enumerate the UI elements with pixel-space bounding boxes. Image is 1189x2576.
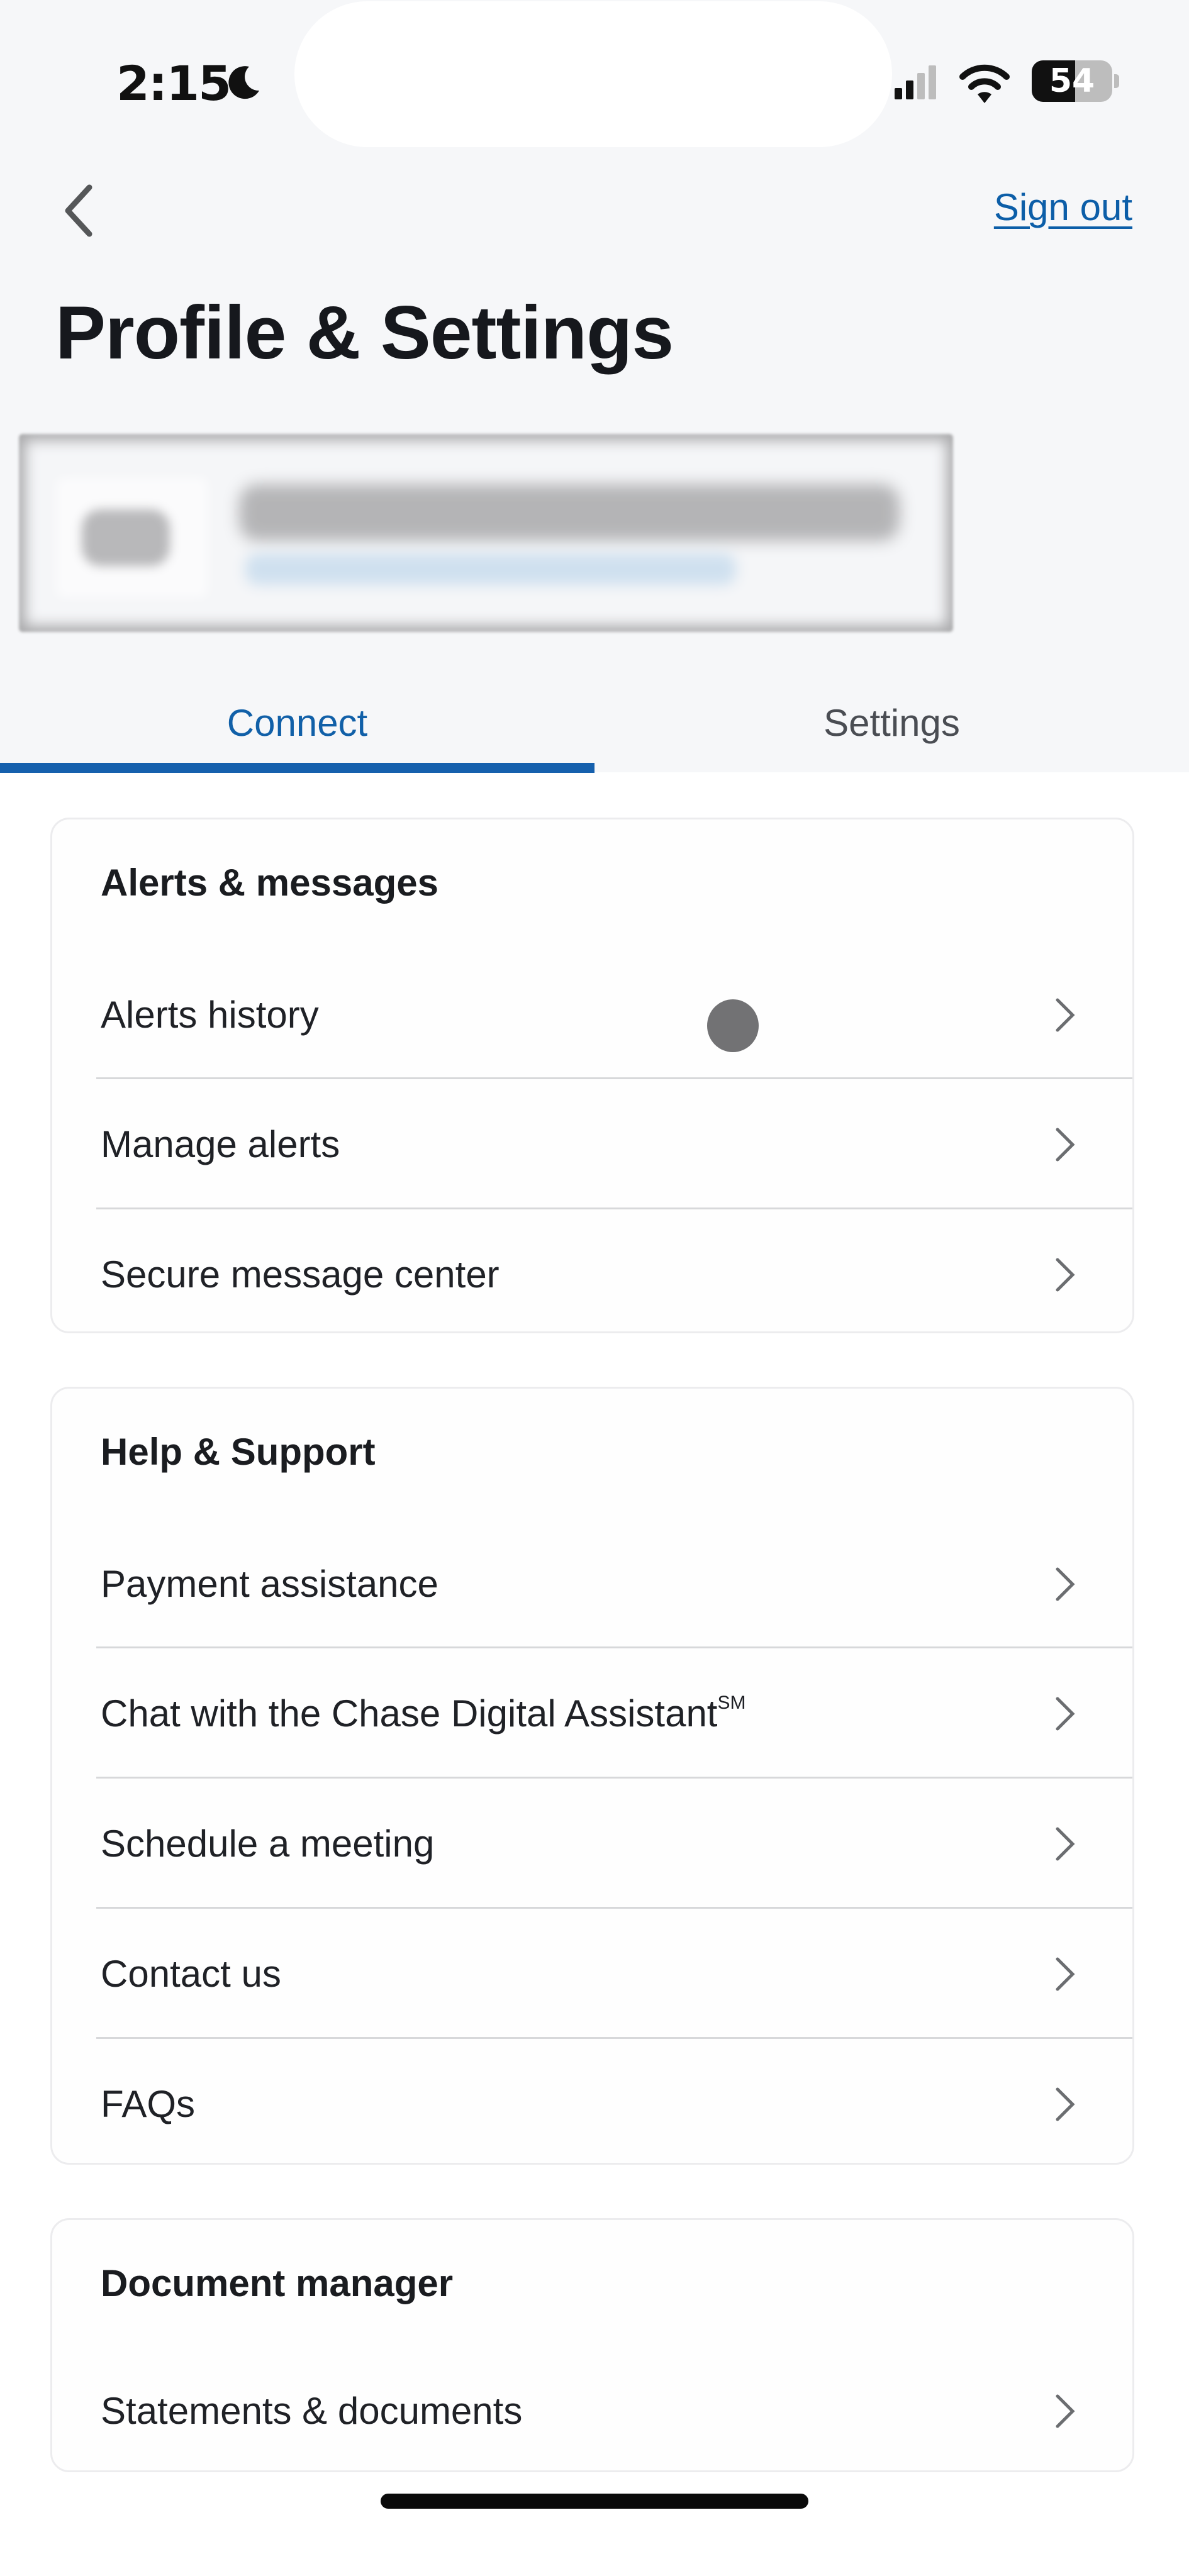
chevron-right-icon	[1056, 2087, 1075, 2121]
list-item-label: Manage alerts	[101, 1123, 340, 1165]
chevron-left-icon	[65, 184, 92, 237]
list-item-manage-alerts[interactable]: Manage alerts	[52, 1079, 1132, 1209]
battery-indicator: 54	[1032, 60, 1120, 102]
avatar	[57, 478, 208, 597]
list-item-contact-us[interactable]: Contact us	[52, 1909, 1132, 2039]
avatar-initials-redacted	[82, 509, 170, 566]
list-item-label: Secure message center	[101, 1253, 500, 1296]
tab-settings[interactable]: Settings	[594, 673, 1189, 774]
back-button[interactable]	[57, 176, 101, 245]
moon-icon	[228, 66, 259, 99]
dynamic-island	[294, 1, 892, 147]
list-item-label: Schedule a meeting	[101, 1823, 435, 1865]
chevron-right-icon	[1056, 1697, 1075, 1731]
list-item-statements-documents[interactable]: Statements & documents	[52, 2346, 1132, 2470]
list-item-faqs[interactable]: FAQs	[52, 2039, 1132, 2163]
list-item-label: Payment assistance	[101, 1563, 438, 1605]
cellular-signal-icon	[895, 65, 936, 99]
chevron-right-icon	[1056, 1827, 1075, 1861]
chevron-right-icon	[1056, 1957, 1075, 1991]
section-title: Document manager	[101, 2262, 454, 2304]
battery-level: 54	[1049, 62, 1095, 100]
chevron-right-icon	[1056, 2394, 1075, 2428]
list-item-label: Statements & documents	[101, 2390, 523, 2432]
sign-out-link[interactable]: Sign out	[994, 186, 1132, 229]
wifi-icon	[959, 64, 1010, 103]
list-item-label: Alerts history	[101, 994, 319, 1036]
profile-card[interactable]	[19, 434, 953, 632]
chevron-right-icon	[1056, 1128, 1075, 1162]
list-item-label: FAQs	[101, 2083, 196, 2125]
list-item-secure-message-center[interactable]: Secure message center	[52, 1209, 1132, 1331]
list-item-alerts-history[interactable]: Alerts history	[52, 950, 1132, 1080]
battery-tip	[1114, 74, 1119, 88]
section-alerts-messages: Alerts & messages Alerts history Manage …	[50, 818, 1134, 1333]
chevron-right-icon	[1056, 998, 1075, 1032]
page-title: Profile & Settings	[55, 291, 674, 375]
home-indicator[interactable]	[381, 2494, 808, 2509]
status-time: 2:15	[116, 55, 232, 111]
tab-connect[interactable]: Connect	[0, 673, 594, 774]
list-item-label: Contact us	[101, 1953, 281, 1995]
chevron-right-icon	[1056, 1567, 1075, 1601]
section-title: Alerts & messages	[101, 862, 438, 904]
profile-link-redacted[interactable]	[245, 553, 736, 585]
section-title: Help & Support	[101, 1431, 376, 1473]
list-item-schedule-meeting[interactable]: Schedule a meeting	[52, 1779, 1132, 1909]
chevron-right-icon	[1056, 1258, 1075, 1292]
service-mark: SM	[717, 1692, 746, 1713]
section-document-manager: Document manager Statements & documents	[50, 2218, 1134, 2472]
battery-body: 54	[1032, 60, 1112, 102]
touch-indicator	[707, 999, 759, 1052]
list-item-label-text: Chat with the Chase Digital Assistant	[101, 1692, 718, 1735]
tab-bar: Connect Settings	[0, 673, 1189, 774]
profile-name-redacted	[239, 484, 900, 541]
list-item-payment-assistance[interactable]: Payment assistance	[52, 1519, 1132, 1649]
list-item-chat-digital-assistant[interactable]: Chat with the Chase Digital AssistantSM	[52, 1648, 1132, 1779]
section-help-support: Help & Support Payment assistance Chat w…	[50, 1387, 1134, 2165]
active-tab-indicator	[0, 763, 594, 773]
list-item-label: Chat with the Chase Digital AssistantSM	[101, 1648, 745, 1779]
